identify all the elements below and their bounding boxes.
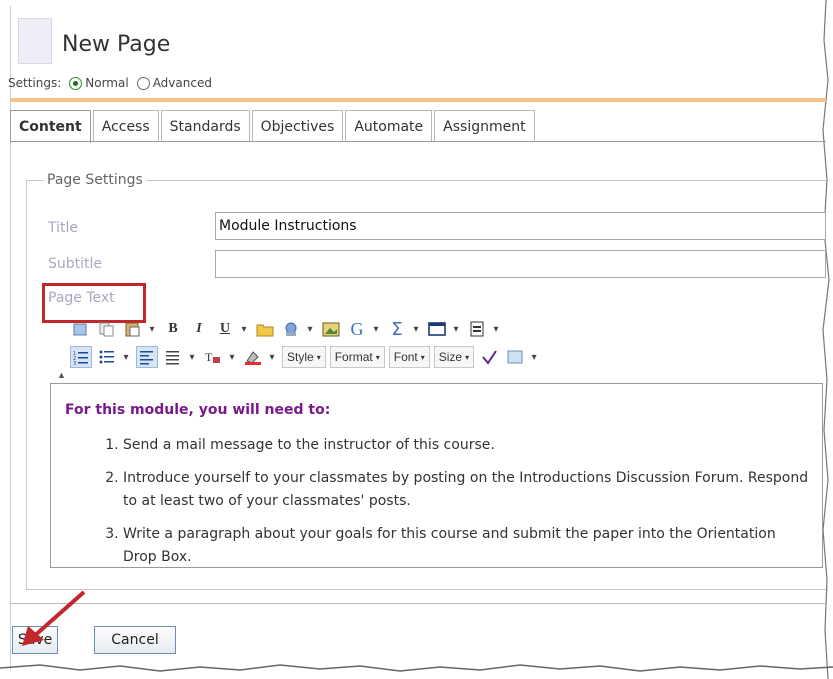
numbered-list-icon[interactable]: 123 (70, 346, 92, 368)
table-icon[interactable] (426, 318, 448, 340)
clear-format-dropdown-icon[interactable]: ▾ (228, 352, 236, 363)
paste-dropdown-icon[interactable]: ▾ (148, 324, 156, 335)
font-dropdown[interactable]: Font ▾ (388, 346, 430, 368)
paste-icon[interactable] (122, 318, 144, 340)
copy-icon[interactable] (96, 318, 118, 340)
title-field[interactable]: Module Instructions (215, 212, 826, 240)
svg-text:3: 3 (73, 361, 76, 365)
underline-icon[interactable]: U (214, 318, 236, 340)
cut-icon[interactable] (70, 318, 92, 340)
image-icon[interactable] (320, 318, 342, 340)
format-dropdown-icon[interactable]: ▾ (240, 324, 248, 335)
editor-heading: For this module, you will need to: (65, 402, 331, 418)
highlight-color-icon[interactable] (242, 346, 264, 368)
annotation-arrow-icon (22, 590, 86, 646)
torn-edge-bottom (0, 664, 833, 672)
settings-label: Settings: (8, 76, 62, 90)
instructions-list: Send a mail message to the instructor of… (91, 434, 811, 569)
sigma-dropdown-icon[interactable]: ▾ (412, 324, 420, 335)
list-item: Write a paragraph about your goals for t… (123, 523, 811, 569)
title-label: Title (48, 220, 79, 236)
document-dropdown-icon[interactable]: ▾ (492, 324, 500, 335)
tab-assignment[interactable]: Assignment (434, 110, 535, 142)
size-dropdown[interactable]: Size ▾ (433, 346, 475, 368)
insert-stuff-dropdown-icon[interactable]: ▾ (530, 352, 538, 363)
align-dropdown-icon[interactable]: ▾ (188, 352, 196, 363)
align-left-icon[interactable] (136, 346, 158, 368)
sigma-icon[interactable]: Σ (386, 318, 408, 340)
tab-objectives[interactable]: Objectives (251, 110, 344, 142)
list-item: Send a mail message to the instructor of… (123, 434, 811, 457)
tab-standards[interactable]: Standards (160, 110, 250, 142)
table-dropdown-icon[interactable]: ▾ (452, 324, 460, 335)
subtitle-field[interactable] (215, 250, 826, 278)
page-settings-legend: Page Settings (44, 172, 146, 188)
page-icon (18, 18, 52, 64)
document-icon[interactable] (466, 318, 488, 340)
highlight-dropdown-icon[interactable]: ▾ (268, 352, 276, 363)
list-dropdown-icon[interactable]: ▾ (122, 352, 130, 363)
page-text-editor[interactable]: For this module, you will need to: Send … (50, 383, 823, 568)
equation-dropdown-icon[interactable]: ▾ (372, 324, 380, 335)
tab-access[interactable]: Access (92, 110, 159, 142)
link-dropdown-icon[interactable]: ▾ (306, 324, 314, 335)
radio-advanced-label: Advanced (152, 76, 212, 90)
radio-normal[interactable] (69, 76, 83, 90)
page-title: New Page (62, 32, 171, 57)
list-item: Introduce yourself to your classmates by… (123, 467, 811, 513)
size-dropdown-label: Size (438, 350, 463, 364)
subtitle-label: Subtitle (48, 256, 103, 272)
link-icon[interactable] (280, 318, 302, 340)
tab-automate[interactable]: Automate (345, 110, 433, 142)
clear-format-icon[interactable]: T (202, 346, 224, 368)
insert-stuff-icon[interactable] (504, 346, 526, 368)
format-dropdown-label: Format (334, 350, 373, 364)
equation-editor-icon[interactable]: G (346, 318, 368, 340)
radio-advanced[interactable] (136, 76, 150, 90)
tabs-accent-line (10, 98, 826, 102)
svg-text:T: T (205, 350, 213, 364)
italic-icon[interactable]: I (188, 318, 210, 340)
collapse-toolbar-icon[interactable]: ▲ (57, 370, 66, 380)
settings-row: Settings: Normal Advanced (8, 76, 212, 90)
toolbar-row-1: ▾ B I U ▾ ▾ G ▾ Σ ▾ ▾ ▾ (70, 316, 506, 342)
align-justify-icon[interactable] (162, 346, 184, 368)
font-dropdown-label: Font (393, 350, 418, 364)
style-dropdown-label: Style (287, 350, 314, 364)
bold-icon[interactable]: B (162, 318, 184, 340)
style-dropdown[interactable]: Style ▾ (282, 346, 326, 368)
toolbar-row-2: 123 ▾ ▾ T ▾ ▾ Style ▾ Format ▾ Font ▾ Size ▾ (70, 344, 544, 370)
folder-icon[interactable] (254, 318, 276, 340)
format-dropdown[interactable]: Format ▾ (329, 346, 385, 368)
radio-normal-label: Normal (85, 76, 129, 90)
cancel-button[interactable]: Cancel (94, 626, 176, 654)
tab-content[interactable]: Content (10, 110, 91, 143)
spellcheck-icon[interactable] (478, 346, 500, 368)
editor-toolbar: ▾ B I U ▾ ▾ G ▾ Σ ▾ ▾ ▾ 123 ▾ ▾ T ▾ ▾ St… (70, 314, 790, 378)
tab-bar: Content Access Standards Objectives Auto… (10, 110, 537, 143)
bullet-list-icon[interactable] (96, 346, 118, 368)
